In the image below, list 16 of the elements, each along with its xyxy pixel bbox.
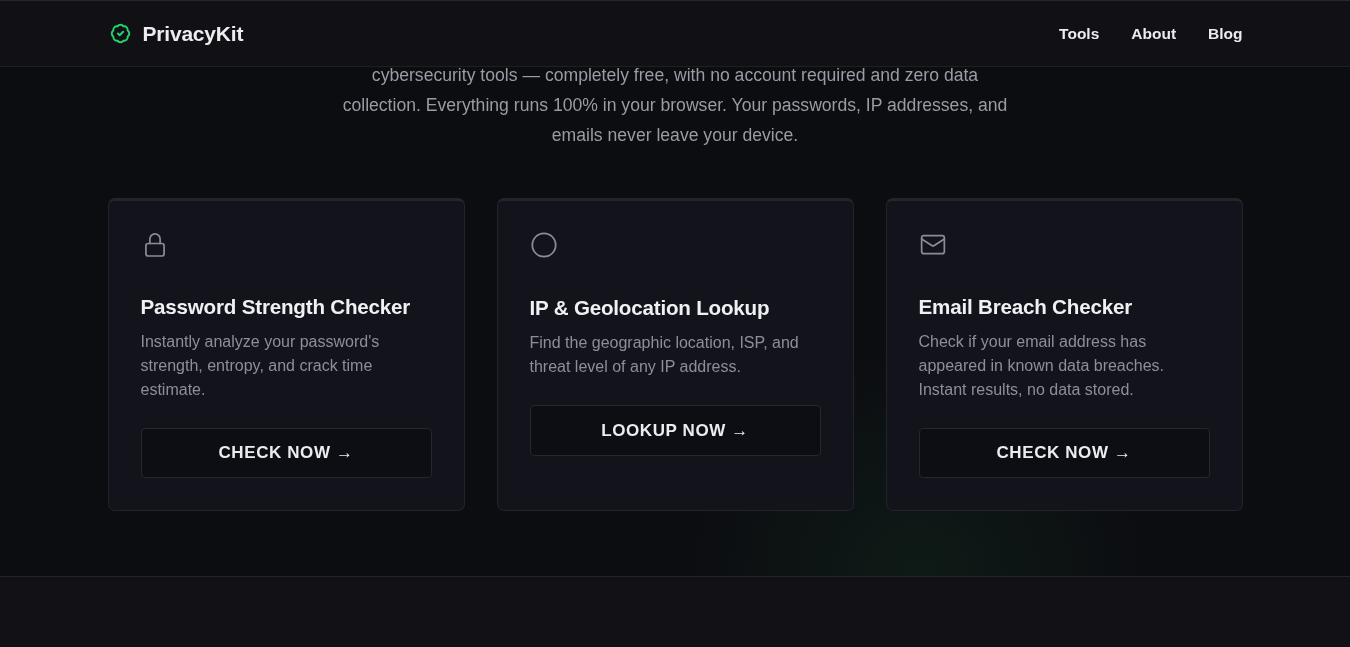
nav-link[interactable]: About xyxy=(1131,24,1177,43)
nav-link[interactable]: Tools xyxy=(1059,24,1100,43)
action-button[interactable]: CHECK NOW → xyxy=(918,428,1210,478)
intro-paragraph: cybersecurity tools — completely free, with no account required and zero data collection. Everything runs 100% in your browser. Your passwords, IP addresses, and emails never leave your device. xyxy=(341,64,1009,147)
card-description: Find the geographic location, ISP, and threat level of any IP address. xyxy=(529,333,800,377)
card-description: Check if your email address has appeared in known data breaches. Instant results, no data stored. xyxy=(918,332,1165,401)
brand-name[interactable]: PrivacyKit xyxy=(142,21,244,46)
action-button[interactable]: CHECK NOW → xyxy=(140,428,432,478)
nav-link[interactable]: Blog xyxy=(1208,24,1243,43)
circle-icon xyxy=(529,231,558,259)
badge-check-icon xyxy=(109,23,131,44)
card-title: Password Strength Checker xyxy=(140,294,411,321)
card-description: Instantly analyze your password's strength, entropy, and crack time estimate. xyxy=(140,332,381,401)
card-title: Email Breach Checker xyxy=(918,294,1132,321)
action-button[interactable]: LOOKUP NOW → xyxy=(529,405,821,456)
card-title: IP & Geolocation Lookup xyxy=(529,295,770,321)
